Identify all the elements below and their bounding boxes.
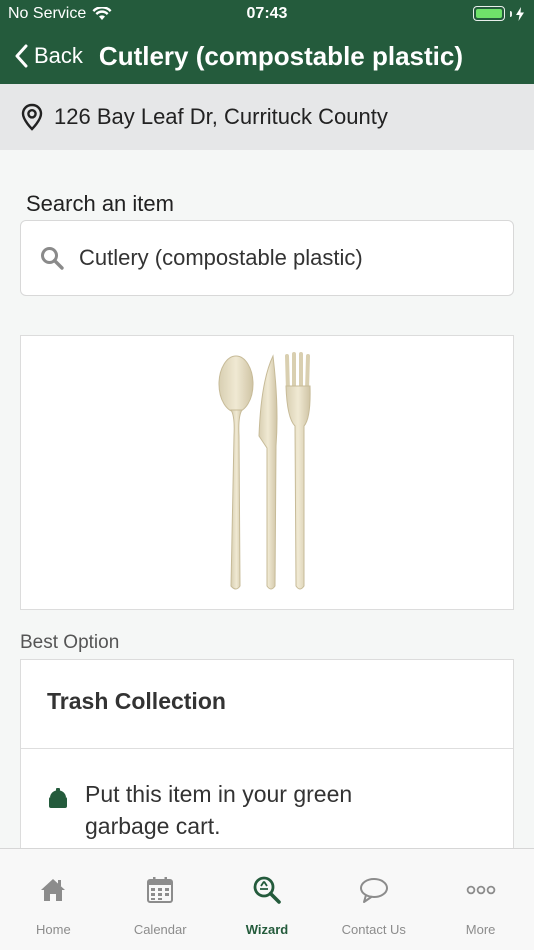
back-label: Back — [34, 43, 83, 68]
status-time: 07:43 — [246, 5, 288, 22]
cutlery-image — [218, 352, 311, 590]
chat-icon — [359, 878, 388, 903]
more-icon — [466, 885, 495, 895]
calendar-icon — [147, 877, 174, 903]
search-label: Search an item — [26, 191, 174, 216]
chevron-left-icon — [15, 44, 28, 68]
tab-label: Calendar — [133, 922, 187, 937]
address-bar[interactable]: 126 Bay Leaf Dr, Currituck County — [0, 84, 534, 150]
screen: No Service 07:43 Back Cutlery (compostab… — [0, 0, 534, 950]
page-title: Cutlery (compostable plastic) — [98, 40, 463, 71]
search-icon — [41, 247, 64, 270]
divider — [21, 748, 513, 749]
tab-label: Contact Us — [341, 922, 406, 937]
tab-label: Home — [36, 922, 71, 937]
tab-calendar[interactable]: Calendar — [107, 849, 214, 950]
option-instruction: Put this item in your green garbage cart… — [85, 781, 353, 839]
battery-indicator — [473, 6, 524, 21]
best-option-card[interactable]: Trash Collection Put this item in your g… — [20, 659, 514, 859]
tab-bar: Home Calendar Wizard Contact Us More — [0, 848, 534, 950]
tab-home[interactable]: Home — [0, 849, 107, 950]
battery-icon — [473, 6, 505, 21]
tab-more[interactable]: More — [427, 849, 534, 950]
tab-contact-us[interactable]: Contact Us — [320, 849, 427, 950]
tab-wizard[interactable]: Wizard — [214, 849, 321, 950]
search-value: Cutlery (compostable plastic) — [79, 245, 363, 270]
tab-label: More — [465, 922, 496, 937]
home-icon — [41, 879, 66, 901]
tab-label: Wizard — [245, 922, 289, 937]
status-bar: No Service 07:43 — [0, 0, 534, 28]
charging-icon — [516, 6, 524, 21]
location-pin-icon — [21, 103, 43, 131]
wizard-icon — [253, 876, 281, 904]
option-title: Trash Collection — [47, 688, 226, 714]
back-button[interactable]: Back — [14, 43, 83, 69]
garbage-cart-icon — [49, 788, 67, 808]
search-input[interactable]: Cutlery (compostable plastic) — [20, 220, 514, 296]
nav-bar: Back Cutlery (compostable plastic) — [0, 28, 534, 84]
top-bar: No Service 07:43 Back Cutlery (compostab… — [0, 0, 534, 84]
best-option-label: Best Option — [20, 632, 120, 653]
option-instruction-row: Put this item in your green garbage cart… — [47, 778, 415, 842]
address-text: 126 Bay Leaf Dr, Currituck County — [54, 104, 388, 129]
item-image-card — [20, 335, 514, 610]
